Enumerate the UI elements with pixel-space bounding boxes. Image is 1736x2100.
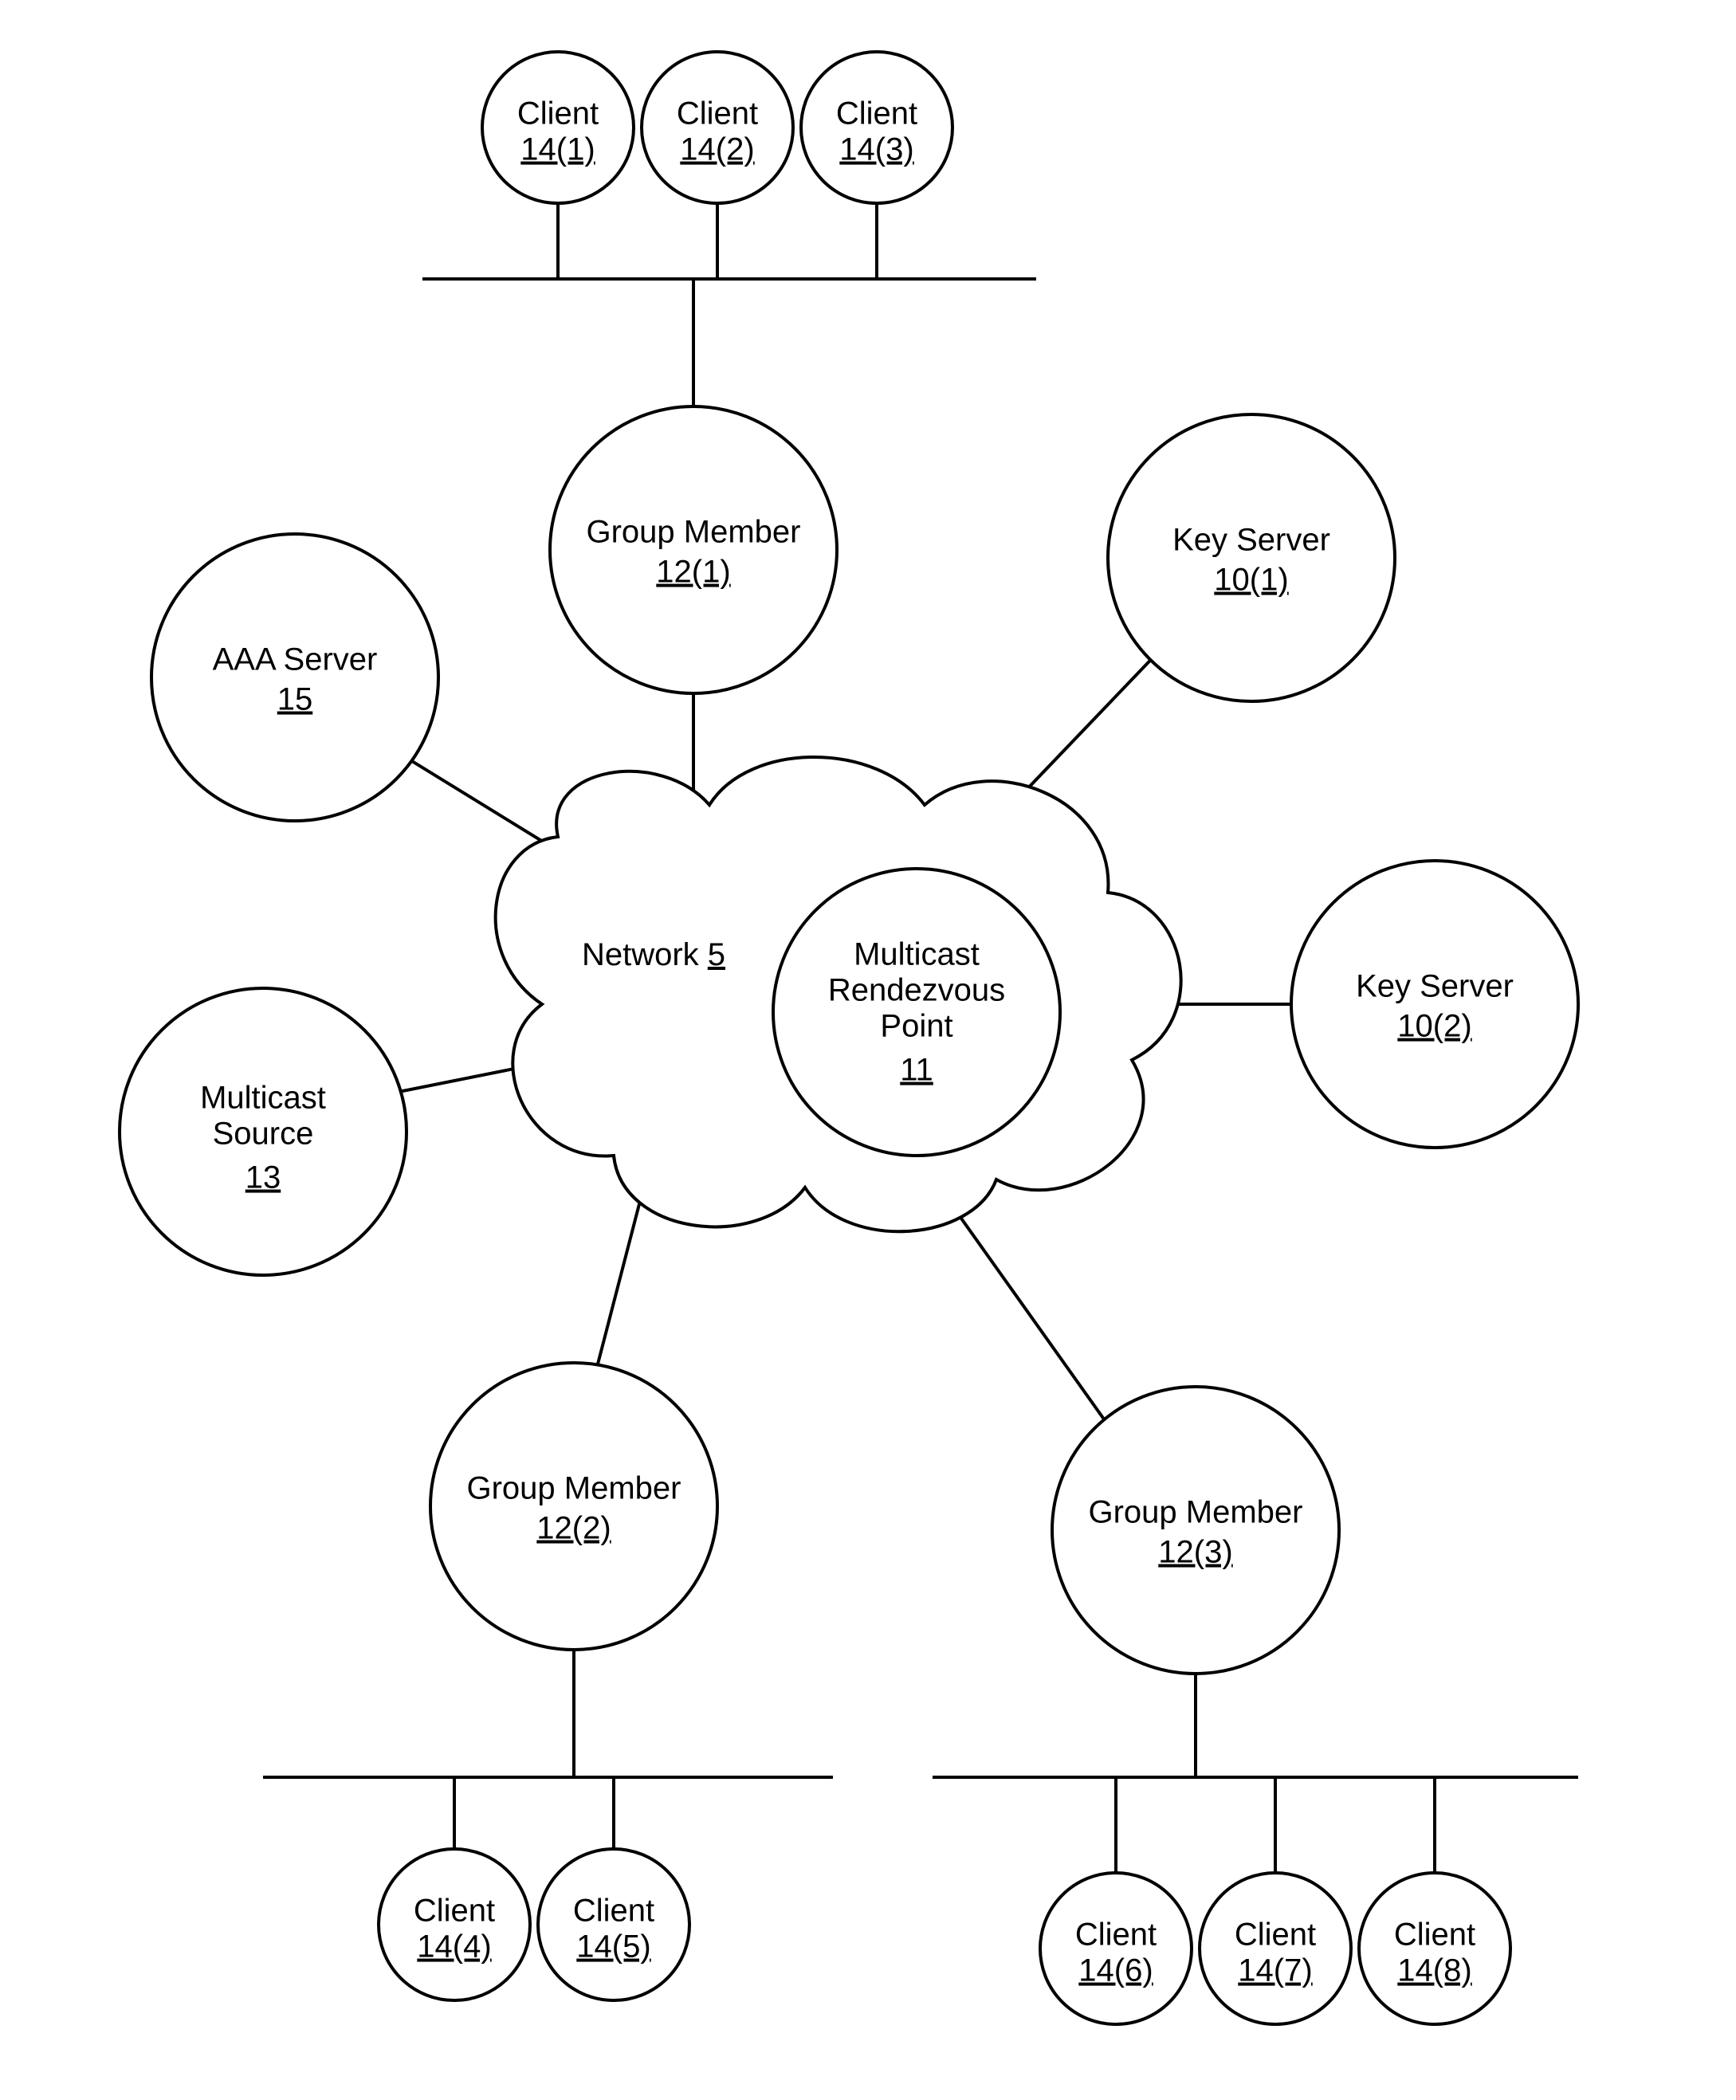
key-server-2-node xyxy=(1291,861,1578,1148)
client-5-ref: 14(5) xyxy=(576,1929,650,1965)
client-8-label: Client xyxy=(1394,1917,1475,1953)
ks2-label: Key Server xyxy=(1356,969,1514,1004)
rendezvous-label: Rendezvous xyxy=(828,973,1005,1008)
group-member-2-node xyxy=(430,1363,717,1650)
msource-ref: 13 xyxy=(245,1160,281,1195)
client-7-ref: 14(7) xyxy=(1238,1953,1312,1988)
client-4-label: Client xyxy=(414,1894,495,1929)
group-member-3-node xyxy=(1052,1387,1339,1674)
client-3-ref: 14(3) xyxy=(839,132,913,167)
aaa-server-node xyxy=(151,534,438,821)
group-member-1-node xyxy=(550,406,837,693)
gm1-label: Group Member xyxy=(587,515,801,550)
rendezvous-label: Point xyxy=(880,1009,952,1044)
client-1-ref: 14(1) xyxy=(520,132,595,167)
rendezvous-label: Multicast xyxy=(854,937,980,972)
msource-label: Source xyxy=(213,1117,314,1152)
gm2-ref: 12(2) xyxy=(536,1511,611,1546)
gm3-label: Group Member xyxy=(1089,1495,1303,1530)
gm2-label: Group Member xyxy=(467,1471,681,1506)
client-5-label: Client xyxy=(573,1894,654,1929)
msource-label: Multicast xyxy=(200,1081,326,1116)
client-4-ref: 14(4) xyxy=(417,1929,491,1965)
client-2-ref: 14(2) xyxy=(680,132,754,167)
network-label: Network 5 xyxy=(582,937,725,972)
network-diagram: Network 5 Multicast Rendezvous Point 11 … xyxy=(0,0,1736,2100)
aaa-ref: 15 xyxy=(277,682,313,717)
client-3-label: Client xyxy=(836,96,917,131)
line xyxy=(590,1180,646,1395)
client-6-label: Client xyxy=(1075,1917,1157,1953)
client-8-ref: 14(8) xyxy=(1397,1953,1471,1988)
gm3-ref: 12(3) xyxy=(1158,1535,1232,1570)
client-6-ref: 14(6) xyxy=(1078,1953,1153,1988)
ks2-ref: 10(2) xyxy=(1397,1009,1471,1044)
aaa-label: AAA Server xyxy=(213,642,378,677)
client-7-label: Client xyxy=(1235,1917,1316,1953)
ks1-ref: 10(1) xyxy=(1214,563,1288,598)
ks1-label: Key Server xyxy=(1172,523,1330,558)
key-server-1-node xyxy=(1108,414,1395,701)
gm1-ref: 12(1) xyxy=(656,555,730,590)
client-1-label: Client xyxy=(517,96,599,131)
client-2-label: Client xyxy=(677,96,758,131)
rendezvous-ref: 11 xyxy=(900,1053,933,1088)
